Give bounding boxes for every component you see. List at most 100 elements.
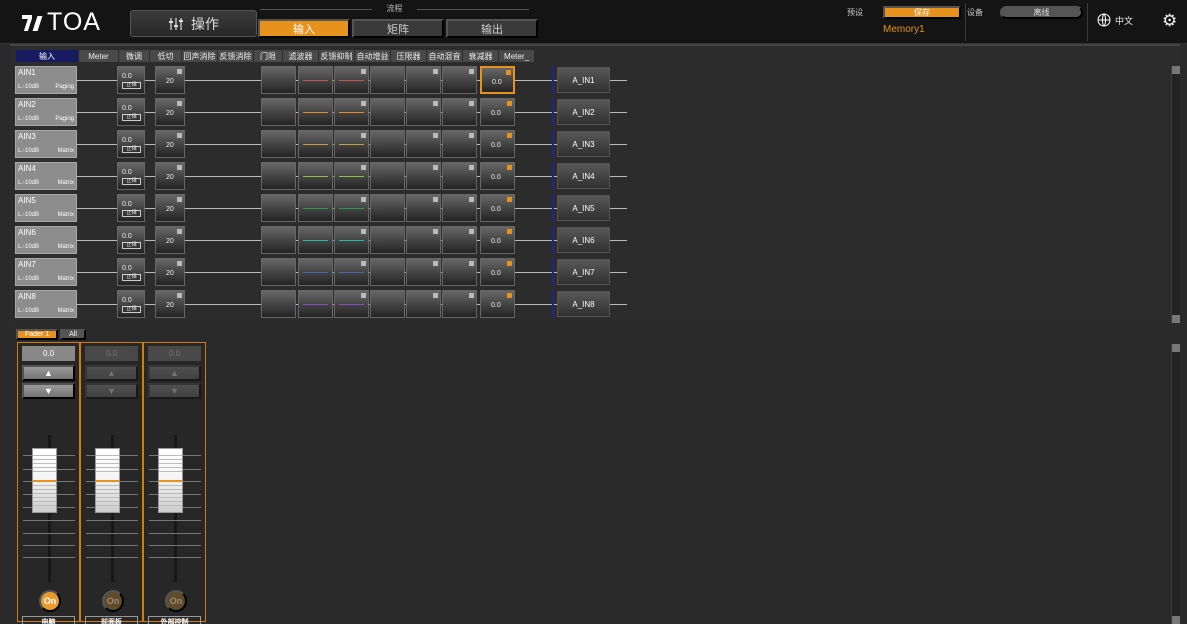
trim-control[interactable]: 0.0 正相	[117, 290, 145, 318]
auto-mix-module[interactable]	[442, 130, 477, 158]
trim-control[interactable]: 0.0 正相	[117, 194, 145, 222]
low-cut-control[interactable]: 20	[155, 98, 185, 126]
filter-module[interactable]	[298, 162, 333, 190]
settings-gear-button[interactable]: ⚙	[1162, 11, 1177, 31]
fader-knob[interactable]	[32, 448, 57, 513]
header-low-cut[interactable]: 低切	[150, 50, 181, 62]
input-channel-button[interactable]: AIN5 L:-10dB Matrix	[15, 194, 77, 222]
header-input[interactable]: 输入	[16, 50, 78, 62]
compressor-module[interactable]	[406, 258, 441, 286]
tab-fader-1[interactable]: Fader 1	[16, 329, 59, 340]
phase-button[interactable]: 正相	[122, 82, 141, 89]
fader-up-button[interactable]: ▲	[85, 365, 138, 381]
low-cut-control[interactable]: 20	[155, 162, 185, 190]
on-toggle-button[interactable]: On	[165, 590, 187, 612]
phase-button[interactable]: 正相	[122, 242, 141, 249]
attenuator-module[interactable]: 0.0	[480, 98, 515, 126]
language-button[interactable]: 中文	[1097, 13, 1133, 27]
low-cut-control[interactable]: 20	[155, 258, 185, 286]
gate-module[interactable]	[261, 290, 296, 318]
feedback-suppressor-module[interactable]	[334, 290, 369, 318]
trim-control[interactable]: 0.0 正相	[117, 162, 145, 190]
gate-module[interactable]	[261, 258, 296, 286]
auto-gain-module[interactable]	[370, 258, 405, 286]
header-auto-gain[interactable]: 自动增益	[355, 50, 390, 62]
auto-gain-module[interactable]	[370, 290, 405, 318]
fader-down-button[interactable]: ▼	[85, 383, 138, 399]
device-status-button[interactable]: 离线	[1000, 6, 1083, 19]
gate-module[interactable]	[261, 130, 296, 158]
fader-knob[interactable]	[158, 448, 183, 513]
fader-down-button[interactable]: ▼	[148, 383, 201, 399]
header-meter[interactable]: Meter	[79, 50, 118, 62]
auto-gain-module[interactable]	[370, 98, 405, 126]
input-channel-button[interactable]: AIN7 L:-10dB Matrix	[15, 258, 77, 286]
input-channel-button[interactable]: AIN3 L:-10dB Matrix	[15, 130, 77, 158]
filter-module[interactable]	[298, 194, 333, 222]
header-auto-mix[interactable]: 自动混音	[427, 50, 462, 62]
filter-module[interactable]	[298, 66, 333, 94]
on-toggle-button[interactable]: On	[39, 590, 61, 612]
fader-up-button[interactable]: ▲	[148, 365, 201, 381]
header-output-meter[interactable]: Meter_	[499, 50, 534, 62]
attenuator-module[interactable]: 0.0	[480, 258, 515, 286]
header-trim[interactable]: 微调	[119, 50, 149, 62]
attenuator-module[interactable]: 0.0	[480, 130, 515, 158]
attenuator-module[interactable]: 0.0	[480, 66, 515, 94]
attenuator-module[interactable]: 0.0	[480, 162, 515, 190]
trim-control[interactable]: 0.0 正相	[117, 98, 145, 126]
attenuator-module[interactable]: 0.0	[480, 226, 515, 254]
operation-mode-button[interactable]: 操作	[130, 10, 257, 37]
compressor-module[interactable]	[406, 226, 441, 254]
low-cut-control[interactable]: 20	[155, 226, 185, 254]
scroll-up-icon[interactable]	[1172, 66, 1180, 74]
input-channel-button[interactable]: AIN6 L:-10dB Matrix	[15, 226, 77, 254]
compressor-module[interactable]	[406, 98, 441, 126]
auto-gain-module[interactable]	[370, 226, 405, 254]
filter-module[interactable]	[298, 258, 333, 286]
output-channel-button[interactable]: A_IN8	[557, 291, 610, 317]
input-channel-button[interactable]: AIN4 L:-10dB Matrix	[15, 162, 77, 190]
scroll-up-icon[interactable]	[1172, 344, 1180, 352]
output-channel-button[interactable]: A_IN4	[557, 163, 610, 189]
compressor-module[interactable]	[406, 162, 441, 190]
header-attenuator[interactable]: 衰减器	[463, 50, 498, 62]
fader-knob[interactable]	[95, 448, 120, 513]
trim-control[interactable]: 0.0 正相	[117, 130, 145, 158]
auto-mix-module[interactable]	[442, 290, 477, 318]
gate-module[interactable]	[261, 226, 296, 254]
header-filter[interactable]: 滤波器	[283, 50, 318, 62]
header-echo-cancel[interactable]: 回声消除	[182, 50, 217, 62]
header-feedback-cancel[interactable]: 反馈消除	[218, 50, 253, 62]
low-cut-control[interactable]: 20	[155, 130, 185, 158]
phase-button[interactable]: 正相	[122, 306, 141, 313]
input-channel-button[interactable]: AIN8 L:-10dB Matrix	[15, 290, 77, 318]
feedback-suppressor-module[interactable]	[334, 130, 369, 158]
output-channel-button[interactable]: A_IN7	[557, 259, 610, 285]
gate-module[interactable]	[261, 66, 296, 94]
attenuator-module[interactable]: 0.0	[480, 290, 515, 318]
filter-module[interactable]	[298, 226, 333, 254]
auto-mix-module[interactable]	[442, 194, 477, 222]
output-channel-button[interactable]: A_IN2	[557, 99, 610, 125]
processing-scrollbar[interactable]	[1171, 66, 1180, 323]
low-cut-control[interactable]: 20	[155, 290, 185, 318]
on-toggle-button[interactable]: On	[102, 590, 124, 612]
output-channel-button[interactable]: A_IN1	[557, 67, 610, 93]
feedback-suppressor-module[interactable]	[334, 66, 369, 94]
gate-module[interactable]	[261, 162, 296, 190]
fader-up-button[interactable]: ▲	[22, 365, 75, 381]
auto-gain-module[interactable]	[370, 66, 405, 94]
header-compressor[interactable]: 压限器	[391, 50, 426, 62]
feedback-suppressor-module[interactable]	[334, 98, 369, 126]
gate-module[interactable]	[261, 194, 296, 222]
input-channel-button[interactable]: AIN2 L:-10dB Paging	[15, 98, 77, 126]
auto-mix-module[interactable]	[442, 258, 477, 286]
input-channel-button[interactable]: AIN1 L:-10dB Paging	[15, 66, 77, 94]
tab-input[interactable]: 输入	[258, 19, 350, 38]
filter-module[interactable]	[298, 98, 333, 126]
feedback-suppressor-module[interactable]	[334, 258, 369, 286]
auto-mix-module[interactable]	[442, 98, 477, 126]
trim-control[interactable]: 0.0 正相	[117, 66, 145, 94]
filter-module[interactable]	[298, 290, 333, 318]
